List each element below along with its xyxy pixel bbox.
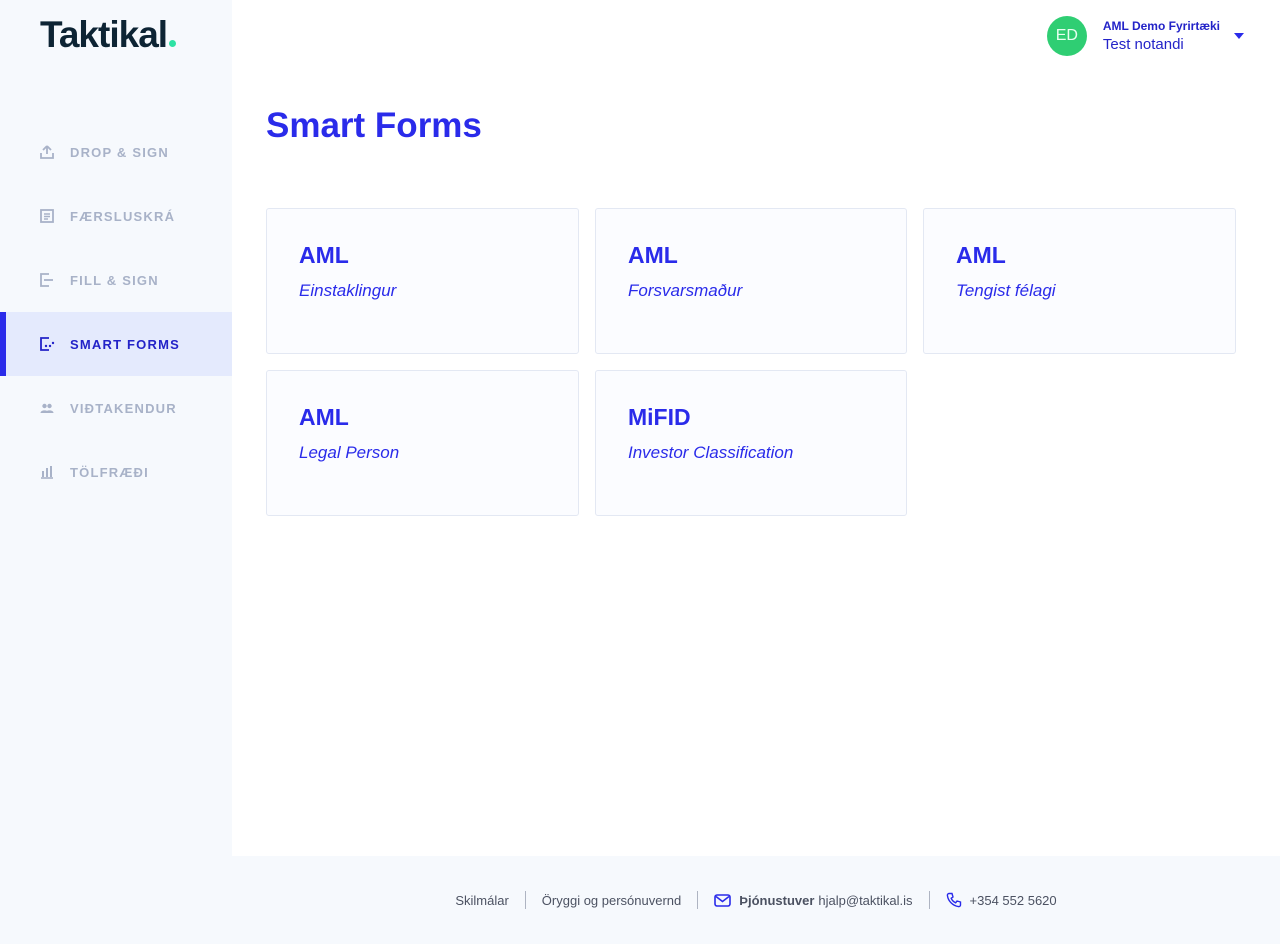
card-subtitle: Legal Person — [299, 443, 400, 462]
form-card-aml-tengist-felagi[interactable]: AML Tengist félagi — [923, 208, 1236, 354]
company-name: AML Demo Fyrirtæki — [1102, 19, 1220, 33]
phone-number[interactable]: +354 552 5620 — [970, 893, 1057, 908]
sidebar-nav: DROP & SIGN FÆRSLUSKRÁ FILL & SIGN SMART… — [0, 120, 232, 504]
list-icon — [38, 207, 56, 225]
upload-icon — [38, 143, 56, 161]
form-card-mifid-investor-classification[interactable]: MiFID Investor Classification — [595, 370, 907, 516]
card-subtitle: Investor Classification — [628, 443, 794, 462]
form-card-aml-legal-person[interactable]: AML Legal Person — [266, 370, 579, 516]
card-title: MiFID — [628, 404, 691, 430]
sidebar-item-label: FILL & SIGN — [70, 272, 159, 288]
sidebar-item-label: FÆRSLUSKRÁ — [70, 208, 176, 224]
phone-icon — [946, 892, 962, 908]
fill-sign-icon — [38, 271, 56, 289]
sidebar-item-faersluskra[interactable]: FÆRSLUSKRÁ — [0, 184, 232, 248]
card-subtitle: Einstaklingur — [299, 281, 397, 300]
card-subtitle: Forsvarsmaður — [628, 281, 743, 300]
footer-divider — [928, 891, 930, 909]
people-icon — [38, 399, 56, 417]
mail-icon — [714, 893, 732, 907]
card-title: AML — [956, 242, 1006, 268]
logo-dot — [169, 40, 177, 47]
privacy-link[interactable]: Öryggi og persónuvernd — [542, 893, 681, 908]
support-email-item[interactable]: Þjónustuver hjalp@taktikal.is — [714, 892, 913, 908]
sidebar-item-label: TÖLFRÆÐI — [70, 464, 149, 480]
smart-forms-grid: AML Einstaklingur AML Forsvarsmaður AML … — [266, 208, 1236, 516]
card-title: AML — [628, 242, 678, 268]
avatar: ED — [1046, 16, 1087, 56]
sidebar-item-tolfraedi[interactable]: TÖLFRÆÐI — [0, 440, 232, 504]
sidebar-item-label: DROP & SIGN — [70, 144, 169, 160]
footer: Skilmálar Öryggi og persónuvernd Þjónust… — [232, 856, 1280, 944]
sidebar-item-vidtakendur[interactable]: VIÐTAKENDUR — [0, 376, 232, 440]
card-title: AML — [299, 404, 349, 430]
card-title: AML — [299, 242, 349, 268]
user-name: Test notandi — [1102, 36, 1184, 53]
page-title: Smart Forms — [266, 106, 482, 145]
user-info: AML Demo Fyrirtæki Test notandi — [1103, 19, 1220, 53]
form-card-aml-forsvarsmadur[interactable]: AML Forsvarsmaður — [595, 208, 907, 354]
sidebar: Taktikal DROP & SIGN FÆRSLUSKRÁ FILL & S… — [0, 0, 232, 944]
taktikal-logo[interactable]: Taktikal — [40, 14, 177, 56]
support-label: Þjónustuver — [739, 892, 815, 908]
sidebar-item-fill-sign[interactable]: FILL & SIGN — [0, 248, 232, 312]
support-email[interactable]: hjalp@taktikal.is — [818, 893, 912, 908]
sidebar-item-smart-forms[interactable]: SMART FORMS — [0, 312, 232, 376]
sidebar-item-drop-sign[interactable]: DROP & SIGN — [0, 120, 232, 184]
caret-down-icon[interactable] — [1234, 33, 1244, 39]
terms-link[interactable]: Skilmálar — [455, 893, 508, 908]
smart-forms-icon — [38, 335, 56, 353]
form-card-aml-einstaklingur[interactable]: AML Einstaklingur — [266, 208, 579, 354]
user-menu[interactable]: ED AML Demo Fyrirtæki Test notandi — [1046, 16, 1244, 56]
card-subtitle: Tengist félagi — [956, 281, 1056, 300]
bar-chart-icon — [38, 463, 56, 481]
logo-text: Taktikal — [40, 14, 168, 55]
footer-divider — [524, 891, 526, 909]
phone-item[interactable]: +354 552 5620 — [946, 892, 1057, 908]
sidebar-item-label: SMART FORMS — [70, 336, 180, 352]
sidebar-item-label: VIÐTAKENDUR — [70, 400, 177, 416]
footer-divider — [697, 891, 699, 909]
